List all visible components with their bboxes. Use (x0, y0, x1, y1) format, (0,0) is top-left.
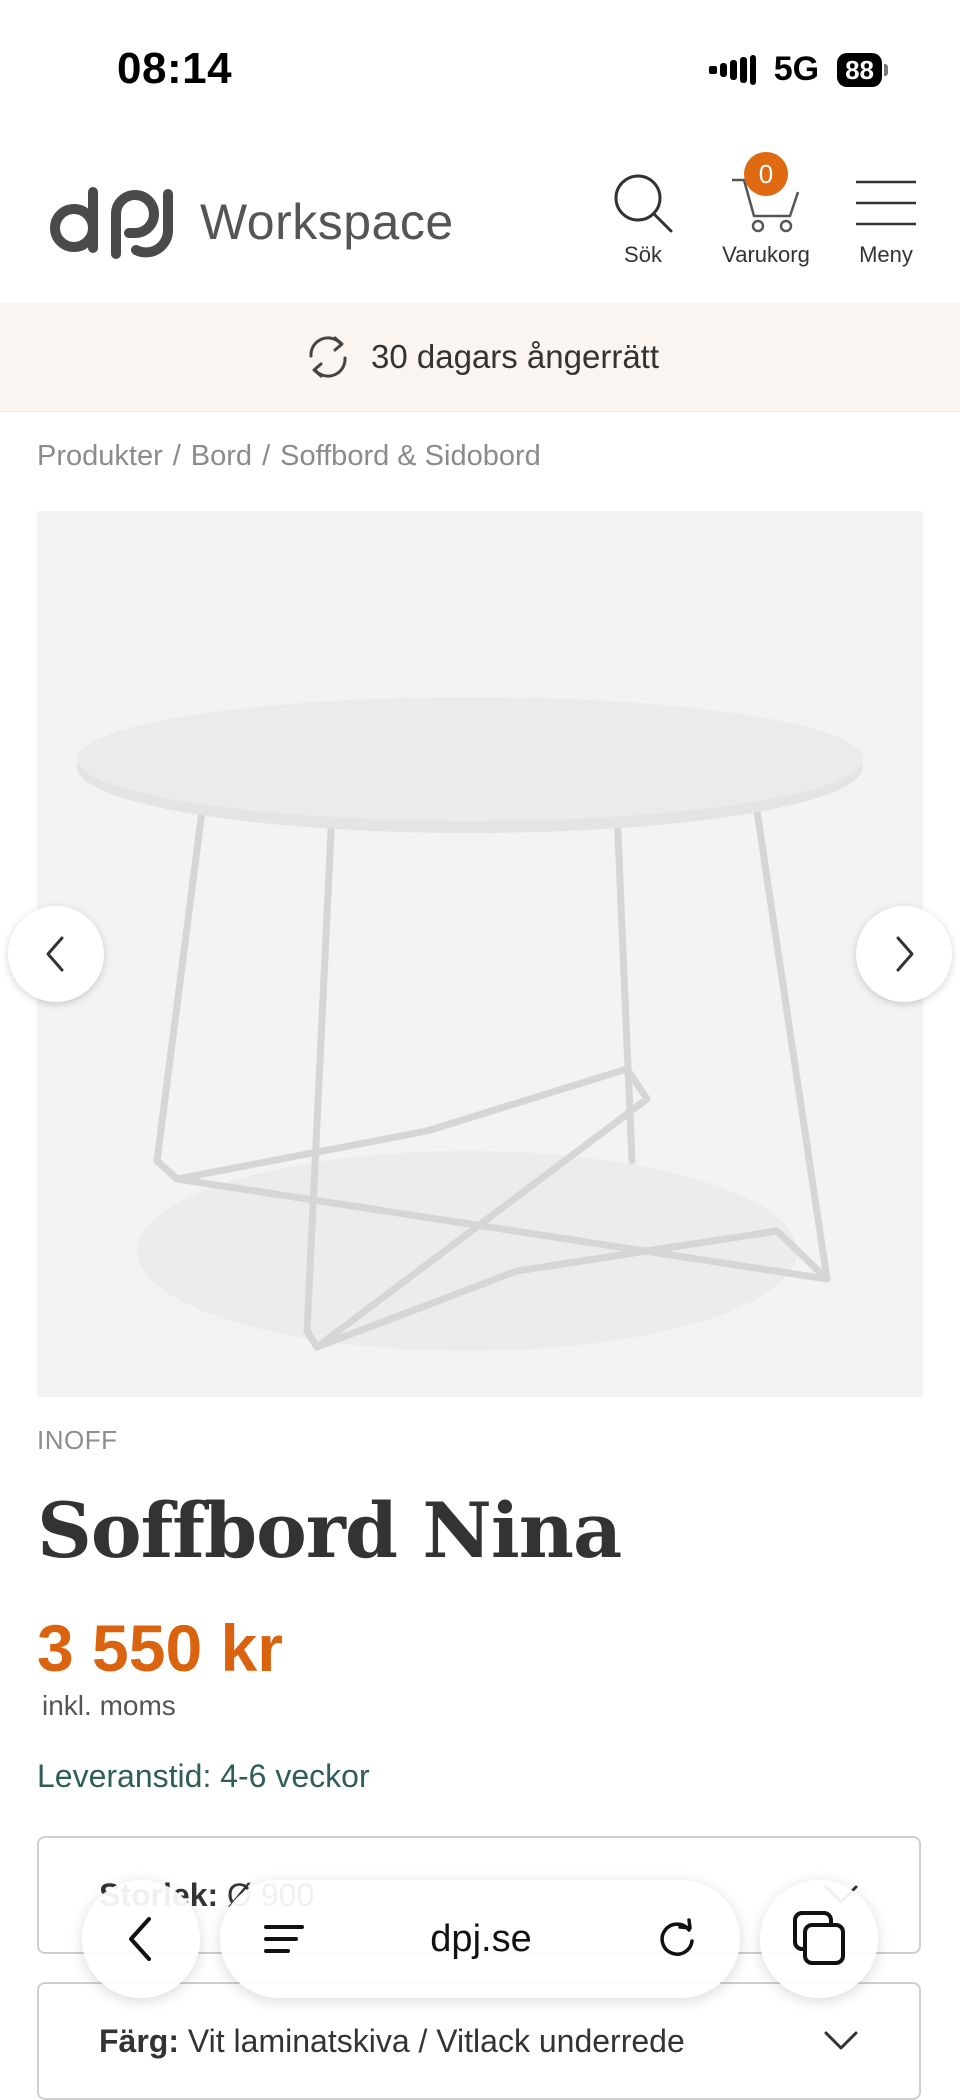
return-policy-banner: 30 dagars ångerrätt (0, 303, 960, 412)
dpj-logo-icon (50, 187, 174, 259)
battery-level: 88 (837, 52, 882, 87)
cart-label: Varukorg (722, 242, 810, 267)
color-select[interactable]: Färg: Vit laminatskiva / Vitlack underre… (37, 1982, 921, 2100)
url-text[interactable]: dpj.se (430, 1918, 531, 1961)
refresh-arrows-icon (309, 336, 347, 378)
chevron-left-icon (46, 936, 64, 972)
breadcrumb: Produkter / Bord / Soffbord & Sidobord (37, 440, 541, 473)
menu-button[interactable]: Meny (854, 172, 918, 268)
color-option-label: Färg: (99, 2022, 179, 2059)
network-label: 5G (773, 50, 820, 88)
status-indicators: 5G 88 (708, 50, 888, 89)
logo-text: Workspace (200, 194, 454, 250)
search-icon (614, 174, 673, 233)
chevron-right-icon (896, 936, 914, 972)
signal-icon (708, 54, 756, 85)
color-option-text: Färg: Vit laminatskiva / Vitlack underre… (99, 2023, 685, 2060)
product-title: Soffbord Nina (37, 1486, 622, 1575)
status-time: 08:14 (117, 44, 233, 93)
product-image[interactable] (37, 511, 923, 1397)
vat-note: inkl. moms (42, 1690, 176, 1721)
product-brand[interactable]: INOFF (37, 1425, 118, 1456)
chevron-down-icon (824, 2031, 858, 2050)
search-button[interactable]: Sök (612, 172, 674, 268)
site-logo[interactable]: Workspace (50, 184, 454, 260)
breadcrumb-separator: / (172, 440, 181, 472)
search-label: Sök (624, 242, 662, 267)
chevron-left-icon (129, 1917, 151, 1961)
table-illustration (77, 697, 863, 1351)
battery-icon: 88 (837, 52, 888, 87)
breadcrumb-bord[interactable]: Bord (191, 440, 252, 473)
breadcrumb-produkter[interactable]: Produkter (37, 440, 163, 473)
browser-tabs-button[interactable] (760, 1880, 878, 1998)
browser-back-button[interactable] (82, 1880, 200, 1998)
delivery-time: Leveranstid: 4-6 veckor (37, 1758, 370, 1794)
browser-address-bar[interactable]: dpj.se (220, 1880, 740, 1998)
reload-icon[interactable] (656, 1918, 698, 1960)
tabs-icon (793, 1911, 845, 1965)
breadcrumb-soffbord[interactable]: Soffbord & Sidobord (280, 440, 541, 473)
next-image-button[interactable] (856, 906, 952, 1002)
breadcrumb-separator: / (262, 440, 271, 472)
cart-button[interactable]: 0 Varukorg (716, 152, 816, 268)
product-price: 3 550 kr (37, 1611, 283, 1685)
hamburger-icon (856, 180, 916, 226)
banner-text: 30 dagars ångerrätt (370, 338, 660, 375)
cart-count-badge: 0 (744, 152, 788, 196)
previous-image-button[interactable] (8, 906, 104, 1002)
color-option-value: Vit laminatskiva / Vitlack underrede (187, 2022, 685, 2059)
page-menu-icon[interactable] (262, 1922, 306, 1956)
menu-label: Meny (859, 242, 913, 267)
